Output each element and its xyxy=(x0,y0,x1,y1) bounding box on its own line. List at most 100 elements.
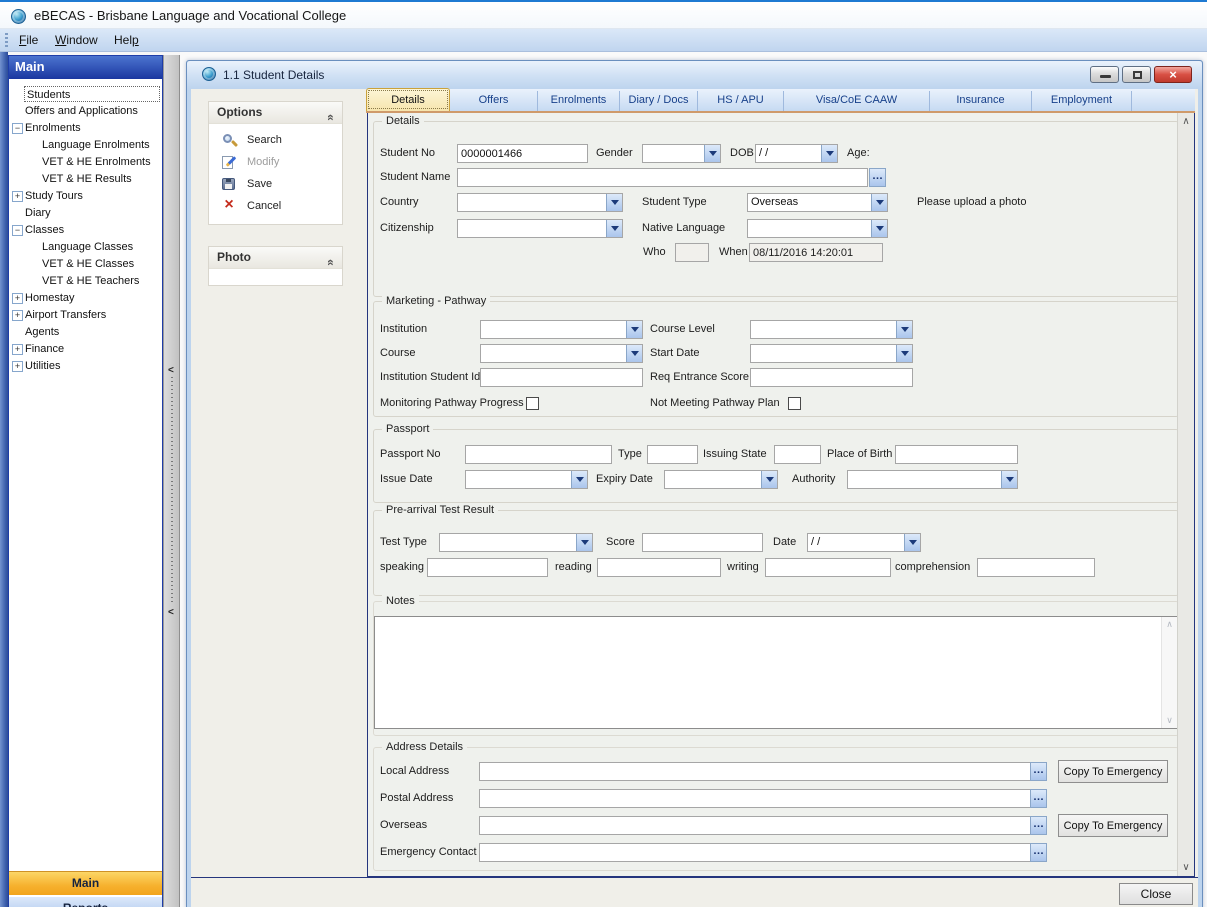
student-name-browse-icon[interactable]: … xyxy=(869,168,886,187)
dob-datepicker[interactable]: / / xyxy=(755,144,838,163)
dropdown-arrow-icon[interactable] xyxy=(896,345,912,362)
reading-input[interactable] xyxy=(597,558,721,577)
dropdown-arrow-icon[interactable] xyxy=(896,321,912,338)
dropdown-arrow-icon[interactable] xyxy=(626,345,642,362)
photo-panel-header[interactable]: Photo « xyxy=(209,247,342,269)
tree-item-vet-he-teachers[interactable]: VET & HE Teachers xyxy=(9,273,162,290)
options-panel-header[interactable]: Options « xyxy=(209,102,342,124)
scroll-up-icon[interactable]: ∧ xyxy=(1178,116,1194,127)
tab-visa-coe-caaw[interactable]: Visa/CoE CAAW xyxy=(784,91,930,111)
expand-box-icon[interactable]: + xyxy=(12,310,23,321)
tree-item-finance[interactable]: +Finance xyxy=(9,341,162,358)
dropdown-arrow-icon[interactable] xyxy=(606,194,622,211)
form-scrollbar[interactable]: ∧ ∨ xyxy=(1177,113,1194,876)
course-select[interactable] xyxy=(480,344,643,363)
menu-item-file[interactable]: File xyxy=(12,32,45,49)
options-item-modify[interactable]: Modify xyxy=(209,151,342,173)
tree-item-agents[interactable]: Agents xyxy=(9,324,162,341)
tree-item-vet-he-results[interactable]: VET & HE Results xyxy=(9,171,162,188)
tree-item-diary[interactable]: Diary xyxy=(9,205,162,222)
institution-student-id-input[interactable] xyxy=(480,368,643,387)
tab-details[interactable]: Details xyxy=(366,88,450,111)
comprehension-input[interactable] xyxy=(977,558,1095,577)
expand-box-icon[interactable]: + xyxy=(12,191,23,202)
expiry-date-select[interactable] xyxy=(664,470,778,489)
citizenship-select[interactable] xyxy=(457,219,623,238)
student-name-input[interactable] xyxy=(457,168,868,187)
local-address-browse-icon[interactable]: … xyxy=(1030,762,1047,781)
country-select[interactable] xyxy=(457,193,623,212)
score-input[interactable] xyxy=(642,533,763,552)
dropdown-arrow-icon[interactable] xyxy=(821,145,837,162)
tab-insurance[interactable]: Insurance xyxy=(930,91,1032,111)
menu-item-window[interactable]: Window xyxy=(48,32,105,49)
tree-item-classes[interactable]: −Classes xyxy=(9,222,162,239)
child-titlebar[interactable]: 1.1 Student Details × xyxy=(187,61,1202,89)
tree-item-language-enrolments[interactable]: Language Enrolments xyxy=(9,137,162,154)
minimize-button[interactable] xyxy=(1090,66,1119,83)
restore-button[interactable] xyxy=(1122,66,1151,83)
gender-select[interactable] xyxy=(642,144,721,163)
emergency-contact-input[interactable] xyxy=(479,843,1031,862)
tab-hs-apu[interactable]: HS / APU xyxy=(698,91,784,111)
close-button[interactable]: Close xyxy=(1119,883,1193,905)
tab-diary-docs[interactable]: Diary / Docs xyxy=(620,91,698,111)
tab-employment[interactable]: Employment xyxy=(1032,91,1132,111)
institution-select[interactable] xyxy=(480,320,643,339)
tree-item-homestay[interactable]: +Homestay xyxy=(9,290,162,307)
collapse-box-icon[interactable]: − xyxy=(12,123,23,134)
tree-item-vet-he-classes[interactable]: VET & HE Classes xyxy=(9,256,162,273)
expand-box-icon[interactable]: + xyxy=(12,293,23,304)
splitter-collapse-icon[interactable]: < xyxy=(168,608,177,618)
course-level-select[interactable] xyxy=(750,320,913,339)
collapse-box-icon[interactable]: − xyxy=(12,225,23,236)
tab-offers[interactable]: Offers xyxy=(450,91,538,111)
student-type-select[interactable]: Overseas xyxy=(747,193,888,212)
req-entrance-score-input[interactable] xyxy=(750,368,913,387)
dropdown-arrow-icon[interactable] xyxy=(871,194,887,211)
dropdown-arrow-icon[interactable] xyxy=(761,471,777,488)
tree-item-language-classes[interactable]: Language Classes xyxy=(9,239,162,256)
postal-address-browse-icon[interactable]: … xyxy=(1030,789,1047,808)
passport-no-input[interactable] xyxy=(465,445,612,464)
tab-enrolments[interactable]: Enrolments xyxy=(538,91,620,111)
issuing-state-input[interactable] xyxy=(774,445,821,464)
test-type-select[interactable] xyxy=(439,533,593,552)
place-of-birth-input[interactable] xyxy=(895,445,1018,464)
nav-group-main[interactable]: Main xyxy=(9,871,162,895)
tree-item-students[interactable]: Students xyxy=(9,86,162,103)
tree-item-vet-he-enrolments[interactable]: VET & HE Enrolments xyxy=(9,154,162,171)
copy-local-to-emergency-button[interactable]: Copy To Emergency xyxy=(1058,760,1168,783)
options-item-cancel[interactable]: × Cancel xyxy=(209,195,342,217)
overseas-address-input[interactable] xyxy=(479,816,1031,835)
test-date-datepicker[interactable]: / / xyxy=(807,533,921,552)
collapse-chevrons-icon[interactable]: « xyxy=(320,114,341,121)
dropdown-arrow-icon[interactable] xyxy=(571,471,587,488)
dropdown-arrow-icon[interactable] xyxy=(606,220,622,237)
scroll-down-icon[interactable]: ∨ xyxy=(1178,862,1194,873)
passport-type-input[interactable] xyxy=(647,445,698,464)
notes-scrollbar[interactable]: ∧ ∨ xyxy=(1161,617,1177,728)
scroll-down-icon[interactable]: ∨ xyxy=(1162,715,1177,726)
emergency-contact-browse-icon[interactable]: … xyxy=(1030,843,1047,862)
options-item-search[interactable]: Search xyxy=(209,129,342,151)
dropdown-arrow-icon[interactable] xyxy=(904,534,920,551)
issue-date-select[interactable] xyxy=(465,470,588,489)
close-window-button[interactable]: × xyxy=(1154,66,1192,83)
sidebar-splitter[interactable]: < < xyxy=(163,55,180,907)
overseas-address-browse-icon[interactable]: … xyxy=(1030,816,1047,835)
collapse-chevrons-icon[interactable]: « xyxy=(320,259,341,266)
splitter-collapse-icon[interactable]: < xyxy=(168,366,177,376)
tree-item-utilities[interactable]: +Utilities xyxy=(9,358,162,375)
native-language-select[interactable] xyxy=(747,219,888,238)
monitoring-pathway-checkbox[interactable] xyxy=(526,397,539,410)
scroll-up-icon[interactable]: ∧ xyxy=(1162,619,1177,630)
copy-overseas-to-emergency-button[interactable]: Copy To Emergency xyxy=(1058,814,1168,837)
tree-item-study-tours[interactable]: +Study Tours xyxy=(9,188,162,205)
expand-box-icon[interactable]: + xyxy=(12,361,23,372)
dropdown-arrow-icon[interactable] xyxy=(1001,471,1017,488)
expand-box-icon[interactable]: + xyxy=(12,344,23,355)
dropdown-arrow-icon[interactable] xyxy=(871,220,887,237)
tree-item-offers-applications[interactable]: Offers and Applications xyxy=(9,103,162,120)
local-address-input[interactable] xyxy=(479,762,1031,781)
